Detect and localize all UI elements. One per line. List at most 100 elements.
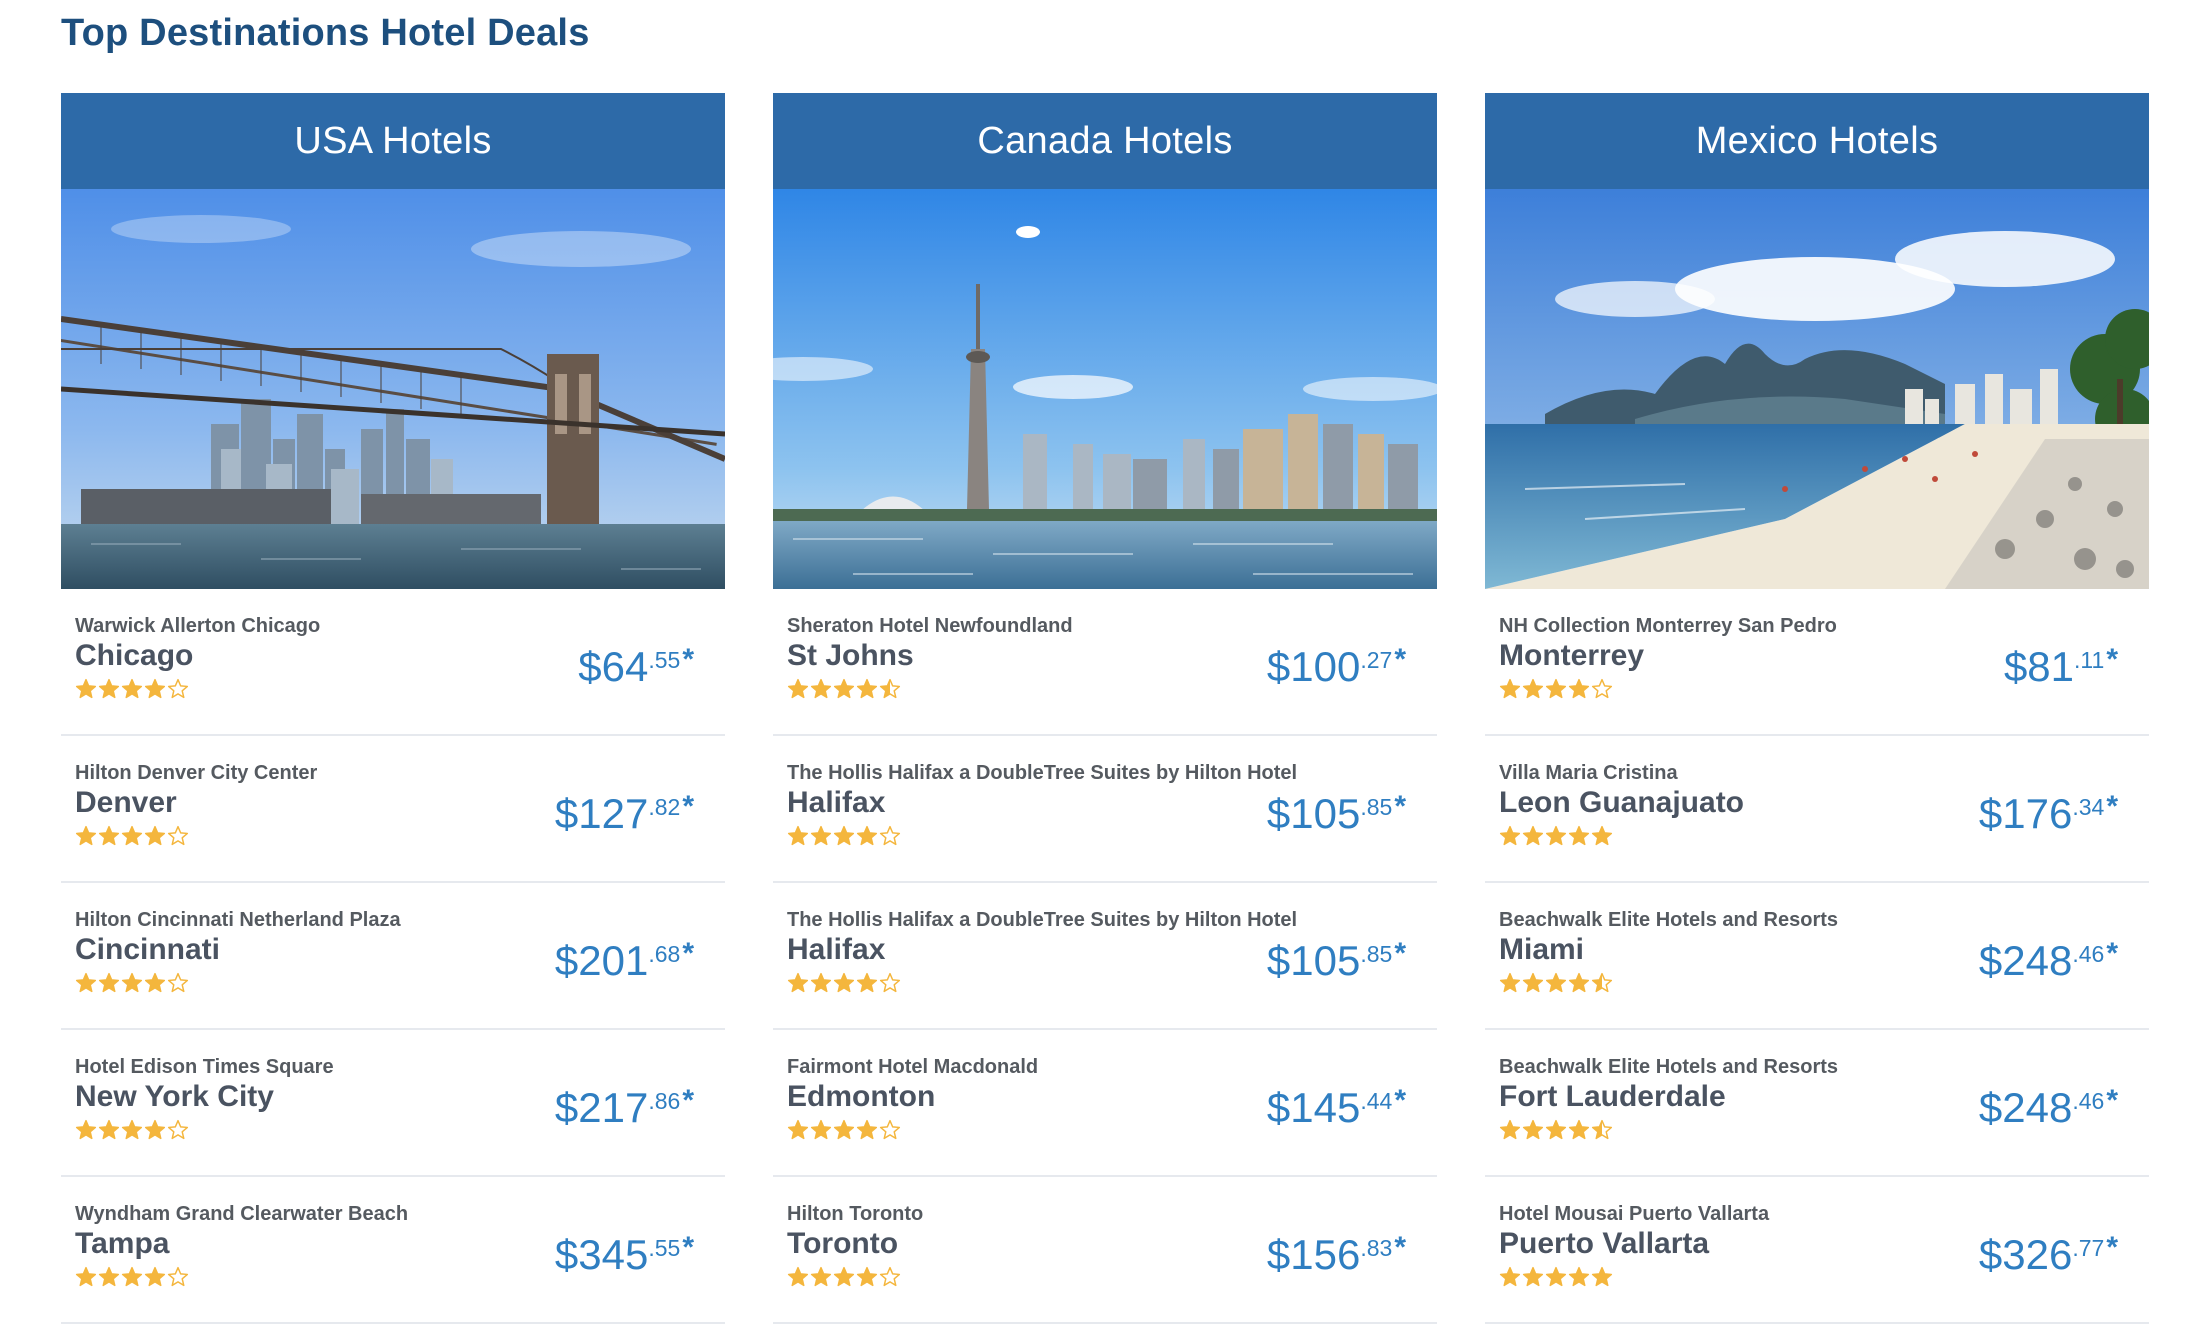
star-full-icon: [1522, 825, 1544, 846]
city-name: Miami: [1499, 933, 1585, 966]
hotel-name: Hotel Edison Times Square: [75, 1056, 334, 1078]
price-cents: .46: [2072, 1088, 2105, 1114]
price-asterisk: *: [682, 643, 694, 676]
star-full-icon: [144, 1119, 166, 1140]
star-full-icon: [1545, 825, 1567, 846]
star-full-icon: [787, 825, 809, 846]
star-full-icon: [98, 1266, 120, 1287]
price-dollars: $145: [1266, 1084, 1361, 1131]
price: $145 .44 *: [1266, 1084, 1406, 1131]
star-full-icon: [75, 825, 97, 846]
deal-item[interactable]: Fairmont Hotel Macdonald Edmonton $145 .…: [773, 1030, 1437, 1177]
city-name: St Johns: [787, 639, 914, 672]
star-full-icon: [1499, 972, 1521, 993]
star-full-icon: [1591, 1266, 1613, 1287]
price-dollars: $156: [1266, 1231, 1361, 1278]
star-half-icon: [1591, 1119, 1613, 1140]
star-full-icon: [810, 1119, 832, 1140]
deal-item[interactable]: Hilton Denver City Center Denver $127 .8…: [61, 736, 725, 883]
star-full-icon: [856, 825, 878, 846]
hotel-name: NH Collection Monterrey San Pedro: [1499, 615, 1837, 637]
star-rating: [787, 678, 901, 700]
star-full-icon: [144, 972, 166, 993]
price: $248 .46 *: [1979, 1084, 2118, 1130]
star-full-icon: [1568, 1266, 1590, 1287]
deal-item[interactable]: Beachwalk Elite Hotels and Resorts Miami…: [1485, 883, 2149, 1030]
star-full-icon: [121, 1119, 143, 1140]
star-empty-icon: [167, 972, 189, 993]
toronto-skyline-image[interactable]: [773, 189, 1437, 589]
price-cents: .83: [1360, 1235, 1393, 1261]
deal-item[interactable]: Sheraton Hotel Newfoundland St Johns $10…: [773, 589, 1437, 736]
star-full-icon: [144, 1266, 166, 1287]
star-full-icon: [144, 825, 166, 846]
star-full-icon: [98, 825, 120, 846]
star-empty-icon: [167, 1266, 189, 1287]
deal-item[interactable]: Hilton Cincinnati Netherland Plaza Cinci…: [61, 883, 725, 1030]
city-name: Tampa: [75, 1227, 170, 1260]
star-full-icon: [810, 1266, 832, 1287]
price-dollars: $248: [1978, 937, 2073, 984]
hotel-deals-page: Top Destinations Hotel Deals USA Hotels: [0, 0, 2200, 1340]
star-full-icon: [75, 1119, 97, 1140]
deal-list: Warwick Allerton Chicago Chicago $64 .55…: [61, 589, 725, 1324]
price-dollars: $81: [2003, 643, 2075, 690]
price-cents: .86: [648, 1088, 681, 1114]
deal-item[interactable]: Villa Maria Cristina Leon Guanajuato $17…: [1485, 736, 2149, 883]
star-full-icon: [144, 678, 166, 699]
brooklyn-bridge-image[interactable]: [61, 189, 725, 589]
city-name: Denver: [75, 786, 177, 819]
price-dollars: $105: [1266, 790, 1361, 837]
star-full-icon: [98, 972, 120, 993]
price-asterisk: *: [1394, 937, 1406, 970]
price-cents: .85: [1360, 794, 1393, 820]
price-asterisk: *: [1394, 643, 1406, 676]
star-full-icon: [121, 972, 143, 993]
price-asterisk: *: [1394, 1084, 1406, 1117]
deal-item[interactable]: The Hollis Halifax a DoubleTree Suites b…: [773, 883, 1437, 1030]
price-asterisk: *: [2106, 790, 2118, 823]
price-cents: .27: [1360, 647, 1393, 673]
deal-item[interactable]: The Hollis Halifax a DoubleTree Suites b…: [773, 736, 1437, 883]
price: $156 .83 *: [1266, 1231, 1406, 1278]
star-rating: [75, 678, 189, 700]
star-empty-icon: [1591, 678, 1613, 699]
deal-item[interactable]: NH Collection Monterrey San Pedro Monter…: [1485, 589, 2149, 736]
star-full-icon: [75, 1266, 97, 1287]
price-cents: .55: [648, 647, 681, 673]
hotel-name: Hilton Toronto: [787, 1203, 924, 1225]
star-full-icon: [833, 1119, 855, 1140]
star-rating: [1499, 972, 1613, 994]
city-name: Edmonton: [787, 1080, 936, 1113]
star-full-icon: [1499, 825, 1521, 846]
price-cents: .55: [648, 1235, 681, 1261]
hotel-name: Sheraton Hotel Newfoundland: [787, 615, 1073, 637]
column-header[interactable]: USA Hotels: [61, 93, 725, 189]
star-full-icon: [75, 972, 97, 993]
column-usa-hotels: USA Hotels Warwick Allerton Chicago Chic…: [61, 93, 725, 1333]
deal-item[interactable]: Hilton Toronto Toronto $156 .83 *: [773, 1177, 1437, 1324]
price-asterisk: *: [682, 1084, 694, 1117]
price-dollars: $201: [554, 937, 649, 984]
price: $105 .85 *: [1266, 790, 1406, 837]
hotel-name: The Hollis Halifax a DoubleTree Suites b…: [787, 762, 1298, 784]
column-header[interactable]: Mexico Hotels: [1485, 93, 2149, 189]
star-rating: [75, 825, 189, 847]
deal-item[interactable]: Hotel Mousai Puerto Vallarta Puerto Vall…: [1485, 1177, 2149, 1324]
page-title: Top Destinations Hotel Deals: [61, 12, 590, 54]
star-full-icon: [121, 1266, 143, 1287]
deal-item[interactable]: Beachwalk Elite Hotels and Resorts Fort …: [1485, 1030, 2149, 1177]
price: $248 .46 *: [1978, 937, 2118, 984]
star-rating: [787, 972, 901, 994]
deal-item[interactable]: Wyndham Grand Clearwater Beach Tampa $34…: [61, 1177, 725, 1324]
column-header[interactable]: Canada Hotels: [773, 93, 1437, 189]
deal-item[interactable]: Hotel Edison Times Square New York City …: [61, 1030, 725, 1177]
star-empty-icon: [879, 1119, 901, 1140]
beach-image[interactable]: [1485, 189, 2149, 589]
star-full-icon: [787, 1266, 809, 1287]
price-cents: .34: [2072, 794, 2105, 820]
deal-item[interactable]: Warwick Allerton Chicago Chicago $64 .55…: [61, 589, 725, 736]
price-asterisk: *: [2106, 1084, 2118, 1117]
star-full-icon: [98, 1119, 120, 1140]
star-full-icon: [1545, 1119, 1567, 1140]
